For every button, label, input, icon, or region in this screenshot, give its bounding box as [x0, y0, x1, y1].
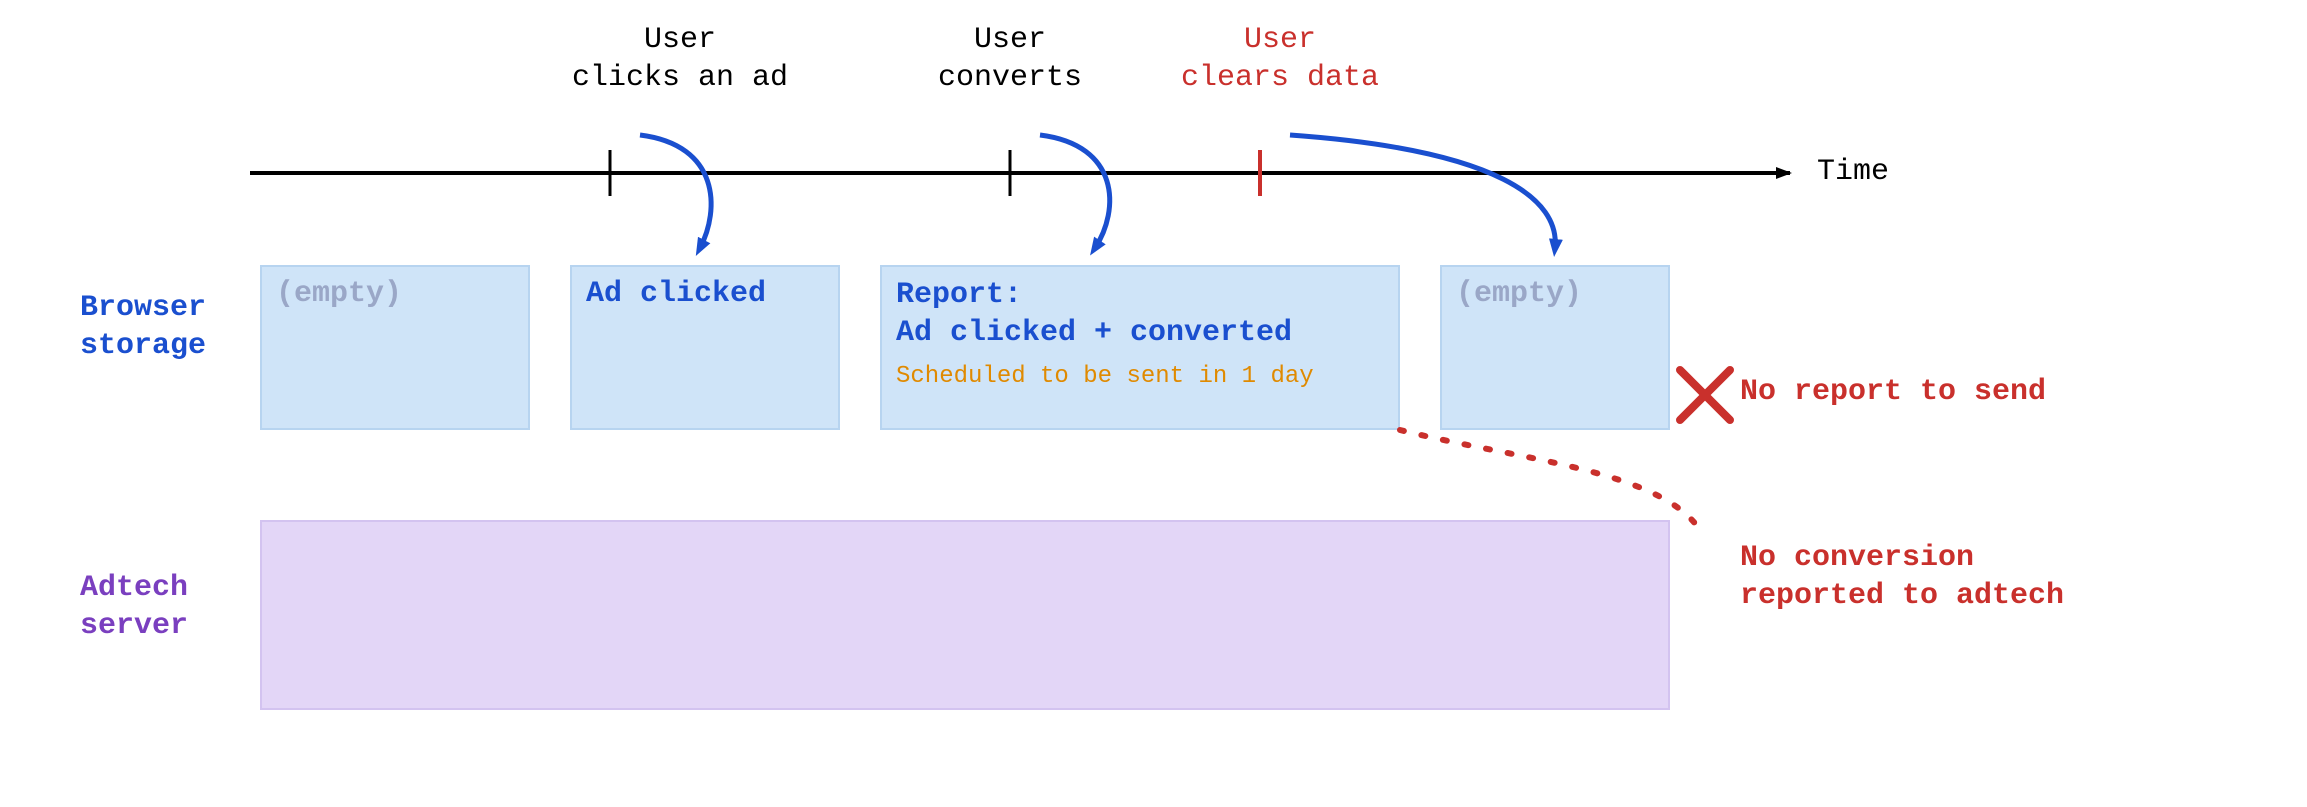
- error-line: No conversion: [1740, 540, 2064, 578]
- label-line: server: [80, 608, 188, 646]
- storage-state-empty-initial: (empty): [260, 265, 530, 430]
- event-text: User: [880, 22, 1140, 60]
- event-text: clears data: [1120, 60, 1440, 98]
- event-text: User: [520, 22, 840, 60]
- diagram-root: User clicks an ad User converts User cle…: [0, 0, 2307, 807]
- storage-note: Scheduled to be sent in 1 day: [896, 362, 1384, 392]
- event-user-clicks-ad: User clicks an ad: [520, 22, 840, 97]
- storage-text: Ad clicked + converted: [896, 315, 1384, 353]
- event-text: clicks an ad: [520, 60, 840, 98]
- storage-text: Ad clicked: [586, 277, 766, 311]
- storage-text: (empty): [1456, 277, 1582, 311]
- label-line: storage: [80, 328, 206, 366]
- storage-text: Report:: [896, 277, 1384, 315]
- arrow-clear-to-storage: [1290, 135, 1555, 248]
- event-text: converts: [880, 60, 1140, 98]
- adtech-server-lane: [260, 520, 1670, 710]
- error-line: reported to adtech: [1740, 578, 2064, 616]
- event-user-clears-data: User clears data: [1120, 22, 1440, 97]
- arrow-convert-to-storage: [1040, 135, 1110, 248]
- error-no-report-to-send: No report to send: [1740, 375, 2046, 409]
- arrow-click-to-storage: [640, 135, 711, 248]
- storage-state-report-pending: Report: Ad clicked + converted Scheduled…: [880, 265, 1400, 430]
- label-line: Browser: [80, 290, 206, 328]
- event-text: User: [1120, 22, 1440, 60]
- storage-state-ad-clicked: Ad clicked: [570, 265, 840, 430]
- x-mark-icon: [1680, 370, 1730, 420]
- label-line: Adtech: [80, 570, 188, 608]
- error-no-conversion-reported: No conversion reported to adtech: [1740, 540, 2064, 615]
- failed-send-path: [1400, 430, 1700, 530]
- storage-text: (empty): [276, 277, 402, 311]
- event-user-converts: User converts: [880, 22, 1140, 97]
- row-label-browser-storage: Browser storage: [80, 290, 206, 365]
- row-label-adtech-server: Adtech server: [80, 570, 188, 645]
- axis-label-time: Time: [1817, 155, 1889, 189]
- storage-state-empty-after-clear: (empty): [1440, 265, 1670, 430]
